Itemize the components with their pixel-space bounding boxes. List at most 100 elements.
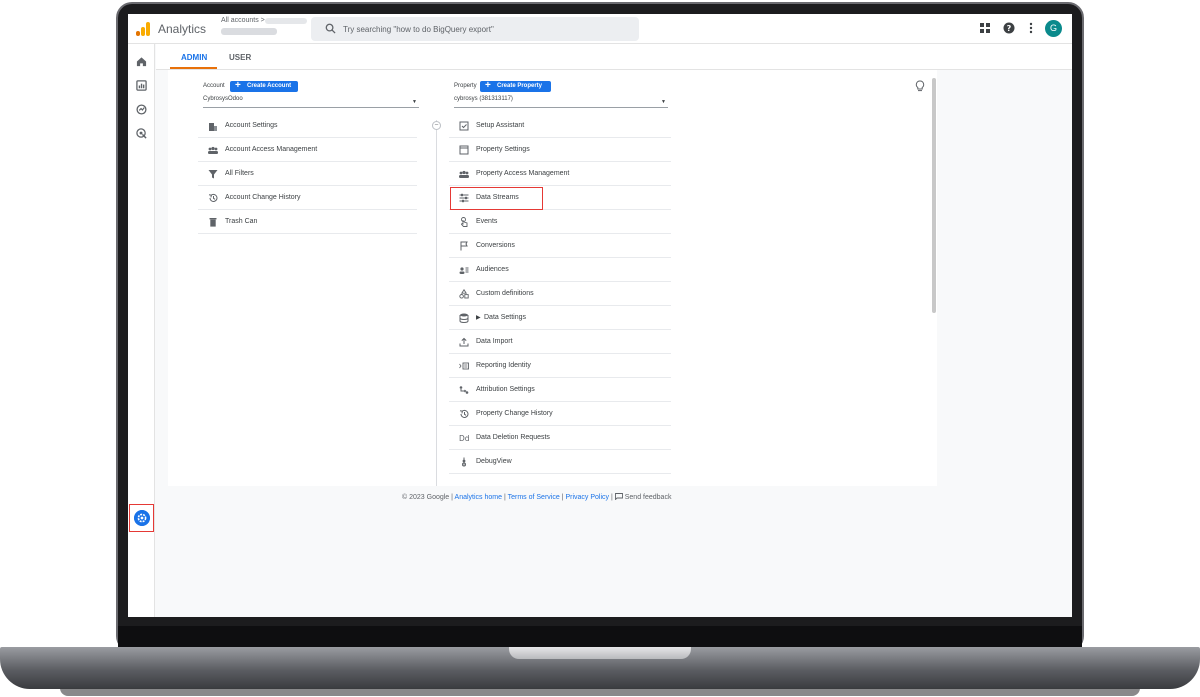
window-icon <box>459 145 469 155</box>
menu-item-debugview[interactable]: DebugView <box>449 450 671 474</box>
menu-item-trash-can[interactable]: Trash Can <box>198 210 417 234</box>
menu-item-label: All Filters <box>225 170 254 177</box>
create-property-button[interactable]: Create Property <box>480 80 551 92</box>
privacy-link[interactable]: Privacy Policy <box>565 494 609 501</box>
property-selected-value: cybrosys (381313117) <box>454 96 513 102</box>
tab-active-indicator <box>170 67 217 69</box>
tab-admin[interactable]: ADMIN <box>181 53 207 62</box>
menu-item-account-change-history[interactable]: Account Change History <box>198 186 417 210</box>
menu-item-property-access[interactable]: Property Access Management <box>449 162 671 186</box>
menu-item-label: Data Deletion Requests <box>476 434 550 441</box>
property-name-blurred[interactable] <box>221 28 277 35</box>
account-label: Account <box>203 83 225 89</box>
attribution-icon <box>459 386 469 394</box>
audience-icon <box>459 267 469 274</box>
panel-scrollbar[interactable] <box>932 78 936 313</box>
laptop-shadow <box>60 688 1140 696</box>
debug-icon <box>461 457 467 467</box>
menu-item-conversions[interactable]: Conversions <box>449 234 671 258</box>
account-breadcrumb[interactable]: All accounts > <box>221 17 265 24</box>
account-selector[interactable]: CybrosysOdoo ▼ <box>203 96 419 108</box>
menu-item-label: Custom definitions <box>476 290 534 297</box>
create-account-button[interactable]: Create Account <box>230 80 298 92</box>
property-label: Property <box>454 83 477 89</box>
svg-text:Dd: Dd <box>459 434 469 443</box>
property-menu: Setup Assistant Property Settings Proper… <box>449 114 671 474</box>
left-nav <box>128 44 155 617</box>
feedback-label: Send feedback <box>624 494 672 501</box>
analytics-logo-icon[interactable] <box>136 22 150 36</box>
checkbox-icon <box>459 121 469 131</box>
people-icon <box>459 170 469 178</box>
create-account-label: Create Account <box>247 83 292 89</box>
admin-gear-icon <box>134 510 150 526</box>
shapes-icon <box>459 289 469 299</box>
footer-separator: | <box>611 494 613 501</box>
apps-grid-icon[interactable] <box>979 22 991 34</box>
menu-item-reporting-identity[interactable]: Reporting Identity <box>449 354 671 378</box>
history-icon <box>208 193 218 202</box>
account-name-blurred <box>265 18 307 24</box>
menu-item-label: Property Access Management <box>476 170 570 177</box>
home-icon[interactable] <box>136 56 147 67</box>
menu-item-label: Data Settings <box>484 314 527 321</box>
menu-item-label: Property Settings <box>476 146 530 153</box>
flag-icon <box>460 241 468 251</box>
feedback-icon <box>614 493 623 501</box>
search-input[interactable] <box>343 17 633 41</box>
database-icon <box>459 313 469 323</box>
create-property-label: Create Property <box>497 83 543 89</box>
data-streams-highlight <box>450 187 543 210</box>
dd-icon: Dd <box>459 434 469 443</box>
analytics-home-link[interactable]: Analytics home <box>455 494 502 501</box>
terms-link[interactable]: Terms of Service <box>508 494 560 501</box>
search-icon <box>325 23 336 34</box>
history-icon <box>459 409 469 418</box>
menu-item-label: Conversions <box>476 242 515 249</box>
menu-item-label: Attribution Settings <box>476 386 535 393</box>
menu-item-property-change-history[interactable]: Property Change History <box>449 402 671 426</box>
menu-item-label: Setup Assistant <box>476 122 525 129</box>
page-footer: © 2023 Google | Analytics home | Terms o… <box>402 493 671 501</box>
footer-separator: | <box>561 494 564 501</box>
menu-item-account-settings[interactable]: Account Settings <box>198 114 417 138</box>
menu-item-audiences[interactable]: Audiences <box>449 258 671 282</box>
advertising-icon[interactable] <box>136 128 147 139</box>
menu-item-label: Events <box>476 218 498 225</box>
app-title: Analytics <box>158 22 207 36</box>
menu-item-data-deletion-requests[interactable]: Dd Data Deletion Requests <box>449 426 671 450</box>
menu-item-attribution-settings[interactable]: Attribution Settings <box>449 378 671 402</box>
footer-separator: | <box>503 494 506 501</box>
people-icon <box>208 146 218 154</box>
collapse-column-button[interactable]: – <box>432 121 441 130</box>
expand-arrow-icon[interactable]: ▶ <box>476 314 481 321</box>
menu-item-data-import[interactable]: Data Import <box>449 330 671 354</box>
chevron-down-icon: ▼ <box>412 99 417 105</box>
reports-icon[interactable] <box>136 80 147 91</box>
menu-item-data-settings[interactable]: ▶ Data Settings <box>449 306 671 330</box>
feedback-link[interactable]: Send feedback <box>614 493 672 501</box>
menu-item-setup-assistant[interactable]: Setup Assistant <box>449 114 671 138</box>
menu-item-label: Account Change History <box>225 194 301 201</box>
avatar[interactable]: G <box>1045 20 1062 37</box>
lightbulb-icon[interactable] <box>915 80 925 92</box>
menu-item-account-access[interactable]: Account Access Management <box>198 138 417 162</box>
menu-item-label: Audiences <box>476 266 509 273</box>
identity-icon <box>459 362 469 370</box>
property-selector[interactable]: cybrosys (381313117) ▼ <box>454 96 668 108</box>
tab-user[interactable]: USER <box>229 53 251 62</box>
menu-item-custom-definitions[interactable]: Custom definitions <box>449 282 671 306</box>
top-bar: Analytics All accounts > ? G <box>128 14 1072 44</box>
screen: Analytics All accounts > ? G <box>128 14 1072 617</box>
help-icon[interactable]: ? <box>1003 22 1015 34</box>
more-vert-icon[interactable] <box>1025 22 1037 34</box>
touch-icon <box>460 217 468 227</box>
menu-item-property-settings[interactable]: Property Settings <box>449 138 671 162</box>
explore-icon[interactable] <box>136 104 147 115</box>
search-bar[interactable] <box>311 17 639 41</box>
menu-item-events[interactable]: Events <box>449 210 671 234</box>
account-selected-value: CybrosysOdoo <box>203 96 243 102</box>
menu-item-label: Account Access Management <box>225 146 318 153</box>
menu-item-all-filters[interactable]: All Filters <box>198 162 417 186</box>
admin-button[interactable] <box>129 504 154 532</box>
